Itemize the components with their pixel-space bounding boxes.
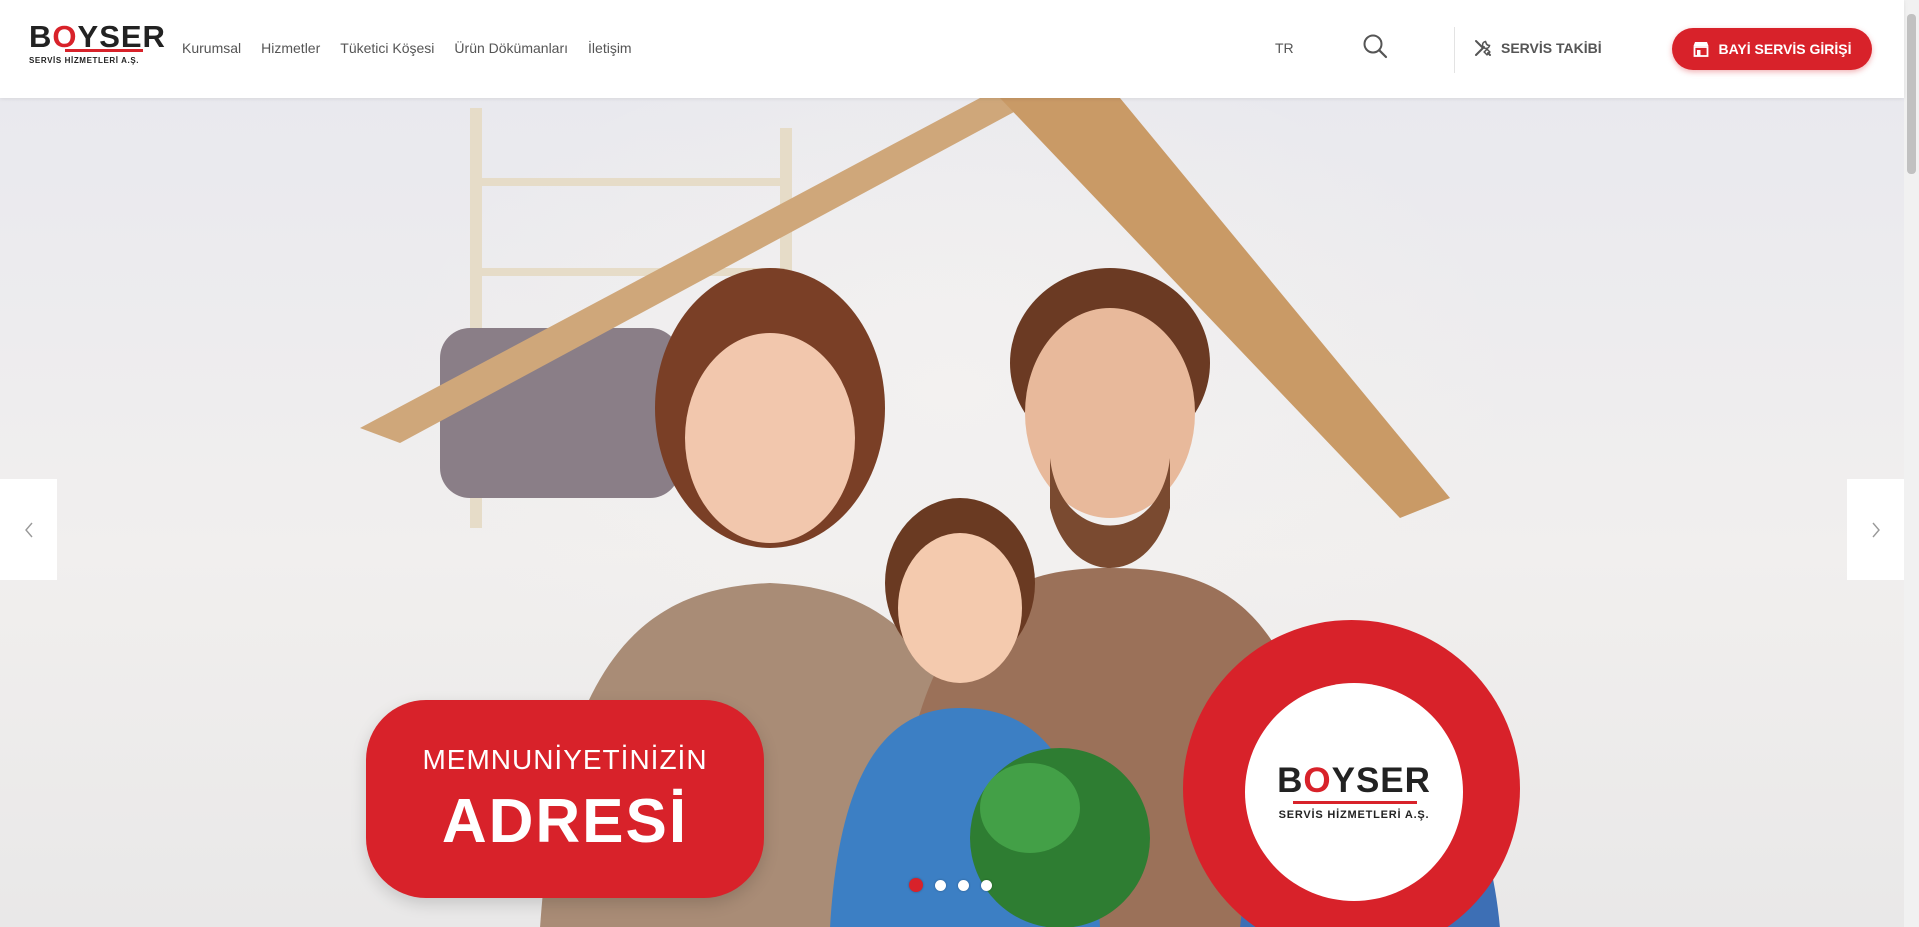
slider-pagination — [909, 878, 992, 892]
search-icon[interactable] — [1362, 33, 1388, 59]
headline-small: MEMNUNİYETİNİZİN — [422, 744, 708, 775]
site-logo[interactable]: BOYSER SERVİS HİZMETLERİ A.Ş. — [29, 19, 166, 68]
hero-image-family — [0, 98, 1904, 927]
nav-item-iletisim[interactable]: İletişim — [588, 40, 632, 56]
servis-takibi-label: SERVİS TAKİBİ — [1501, 40, 1602, 56]
store-icon — [1692, 40, 1710, 58]
nav-item-hizmetler[interactable]: Hizmetler — [261, 40, 320, 56]
slider-dot-4[interactable] — [981, 879, 992, 891]
chevron-right-icon — [1871, 522, 1881, 538]
chevron-left-icon — [24, 522, 34, 538]
logo-underline — [65, 49, 143, 52]
language-selector[interactable]: TR — [1275, 40, 1294, 56]
main-nav: Kurumsal Hizmetler Tüketici Köşesi Ürün … — [182, 40, 632, 56]
slider-next-button[interactable] — [1847, 479, 1904, 580]
bayi-button-label: BAYİ SERVİS GİRİŞİ — [1718, 41, 1852, 57]
nav-item-tuketici-kosesi[interactable]: Tüketici Köşesi — [340, 40, 434, 56]
slider-dot-3[interactable] — [958, 879, 969, 891]
servis-takibi-link[interactable]: SERVİS TAKİBİ — [1473, 38, 1602, 58]
tools-icon — [1473, 38, 1493, 58]
header-divider — [1454, 27, 1455, 73]
hero-slider[interactable]: MEMNUNİYETİNİZİN ADRESİ BOYSER SERVİS Hİ… — [0, 98, 1904, 927]
nav-item-kurumsal[interactable]: Kurumsal — [182, 40, 241, 56]
logo-subtitle: SERVİS HİZMETLERİ A.Ş. — [29, 56, 140, 65]
slider-prev-button[interactable] — [0, 479, 57, 580]
slider-dot-1[interactable] — [909, 878, 923, 892]
page-scrollbar[interactable] — [1904, 0, 1919, 927]
brand-pin-logo: BOYSER SERVİS HİZMETLERİ A.Ş. — [1245, 683, 1463, 901]
badge-wordmark: BOYSER — [1277, 761, 1431, 800]
slider-dot-2[interactable] — [935, 879, 946, 891]
headline-big: ADRESİ — [441, 787, 689, 856]
badge-underline — [1293, 801, 1417, 804]
bayi-servis-girisi-button[interactable]: BAYİ SERVİS GİRİŞİ — [1672, 28, 1872, 70]
nav-item-urun-dokumanlari[interactable]: Ürün Dökümanları — [454, 40, 568, 56]
site-header: BOYSER SERVİS HİZMETLERİ A.Ş. Kurumsal H… — [0, 0, 1904, 98]
logo-wordmark: BOYSER — [29, 19, 166, 54]
scrollbar-thumb[interactable] — [1907, 14, 1916, 174]
headline-badge: MEMNUNİYETİNİZİN ADRESİ — [366, 700, 764, 898]
badge-subtitle: SERVİS HİZMETLERİ A.Ş. — [1278, 809, 1430, 821]
